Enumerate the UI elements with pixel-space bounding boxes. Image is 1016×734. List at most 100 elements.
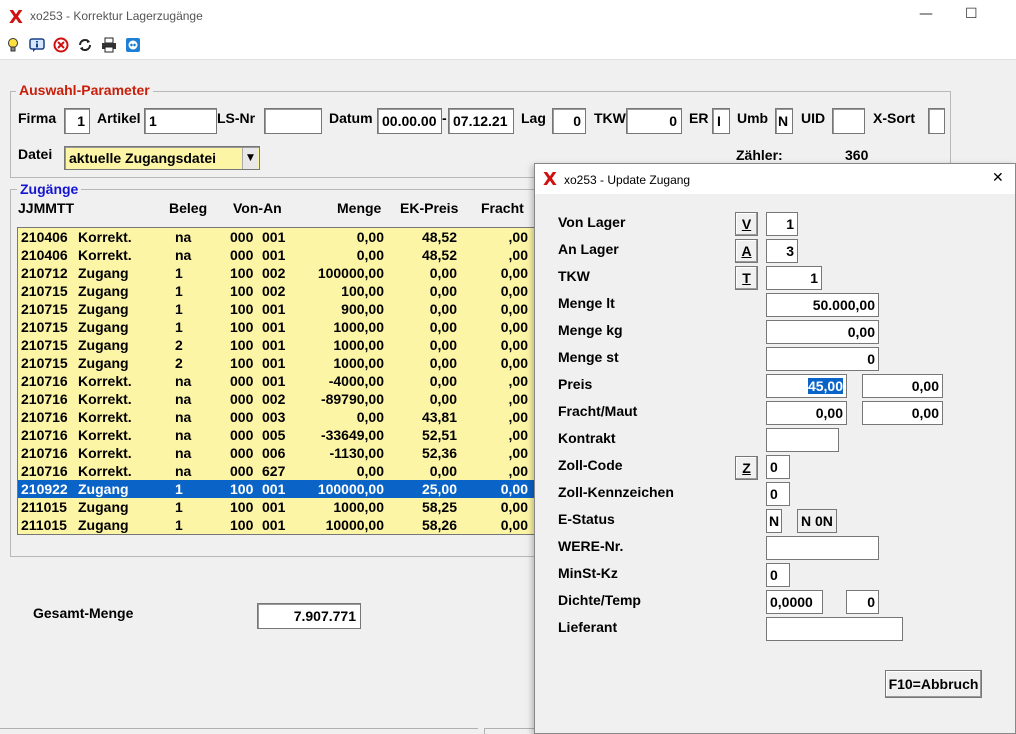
table-row[interactable]: 210716 Korrekt. na 000 627 0,00 0,00 ,00 (18, 462, 536, 480)
cell-von: 100 (230, 481, 254, 497)
cell-date: 210715 (21, 337, 68, 353)
cell-menge: 0,00 (356, 229, 384, 245)
zoll-kennzeichen-field[interactable]: 0 (766, 482, 790, 506)
table-row[interactable]: 210715 Zugang 1 100 002 100,00 0,00 0,00 (18, 282, 536, 300)
cell-fracht: ,00 (508, 427, 528, 443)
an-lager-field[interactable]: 3 (766, 239, 798, 263)
firma-field[interactable]: 1 (64, 108, 90, 134)
e-status-info: N 0N (797, 509, 837, 533)
von-lager-field[interactable]: 1 (766, 212, 798, 236)
table-row[interactable]: 211015 Zugang 1 100 001 1000,00 58,25 0,00 (18, 498, 536, 516)
dichte-field[interactable]: 0,0000 (766, 590, 823, 614)
cell-type: Zugang (78, 355, 129, 371)
refresh-icon[interactable] (77, 37, 93, 53)
cell-type: Korrekt. (78, 391, 132, 407)
menge-lt-label: Menge lt (558, 295, 615, 311)
table-row[interactable]: 210716 Korrekt. na 000 005 -33649,00 52,51 ,00 (18, 426, 536, 444)
minst-kz-field[interactable]: 0 (766, 563, 790, 587)
cell-beleg: na (175, 445, 192, 461)
table-row[interactable]: 210715 Zugang 1 100 001 900,00 0,00 0,00 (18, 300, 536, 318)
cell-type: Zugang (78, 319, 129, 335)
bulb-icon[interactable] (5, 37, 21, 53)
datei-dropdown[interactable]: aktuelle Zugangsdatei ▼ (64, 146, 260, 170)
table-row[interactable]: 210716 Korrekt. na 000 002 -89790,00 0,00 ,00 (18, 390, 536, 408)
lieferant-field[interactable] (766, 617, 903, 641)
table-row[interactable]: 210406 Korrekt. na 000 001 0,00 48,52 ,00 (18, 246, 536, 264)
umb-field[interactable]: N (775, 108, 793, 134)
von-lager-button[interactable]: V (735, 212, 758, 236)
zoll-code-field[interactable]: 0 (766, 455, 790, 479)
cell-an: 002 (262, 265, 286, 281)
cell-an: 001 (262, 319, 286, 335)
zugaenge-table[interactable]: 210406 Korrekt. na 000 001 0,00 48,52,00 210406… (17, 227, 537, 535)
lsnr-field[interactable] (264, 108, 322, 134)
cell-an: 001 (262, 337, 286, 353)
er-field[interactable]: I (712, 108, 730, 134)
fracht-field[interactable]: 0,00 (766, 401, 847, 425)
cell-an: 003 (262, 409, 286, 425)
maximize-button[interactable]: ☐ (965, 6, 978, 22)
cell-an: 001 (262, 499, 286, 515)
were-nr-field[interactable] (766, 536, 879, 560)
cell-ekpreis: 58,26 (421, 517, 457, 533)
cell-type: Zugang (78, 481, 129, 497)
lag-field[interactable]: 0 (552, 108, 586, 134)
cell-ekpreis: 58,25 (421, 499, 457, 515)
cell-date: 210406 (21, 247, 68, 263)
menge-st-field[interactable]: 0 (766, 347, 879, 371)
dichte-temp-label: Dichte/Temp (558, 592, 641, 608)
print-icon[interactable] (101, 37, 117, 53)
cell-menge: -89790,00 (320, 391, 384, 407)
datum-to-field[interactable]: 07.12.21 (448, 108, 514, 134)
chevron-down-icon[interactable]: ▼ (242, 148, 258, 169)
artikel-field[interactable]: 1 (144, 108, 217, 134)
cell-an: 005 (262, 427, 286, 443)
cell-von: 000 (230, 445, 254, 461)
title-bar: X xo253 - Korrektur Lagerzugänge — ☐ (0, 0, 1016, 32)
preis2-field[interactable]: 0,00 (862, 374, 943, 398)
kontrakt-field[interactable] (766, 428, 839, 452)
table-row[interactable]: 210715 Zugang 2 100 001 1000,00 0,00 0,00 (18, 336, 536, 354)
info-icon[interactable] (29, 37, 45, 53)
dialog-logo-icon: X (543, 169, 557, 190)
dialog-title-bar: X xo253 - Update Zugang ✕ (535, 164, 1015, 194)
maut-field[interactable]: 0,00 (862, 401, 943, 425)
tkw-field[interactable]: 1 (766, 266, 822, 290)
cell-ekpreis: 48,52 (421, 229, 457, 245)
menge-kg-field[interactable]: 0,00 (766, 320, 879, 344)
table-row[interactable]: 210715 Zugang 2 100 001 1000,00 0,00 0,00 (18, 354, 536, 372)
tkw-field[interactable]: 0 (626, 108, 682, 134)
dialog-close-button[interactable]: ✕ (992, 170, 1004, 186)
datum-from-field[interactable]: 00.00.00 (377, 108, 442, 134)
cell-menge: 100,00 (341, 283, 384, 299)
an-lager-button[interactable]: A (735, 239, 758, 263)
uid-field[interactable] (832, 108, 865, 134)
table-row[interactable]: 210716 Korrekt. na 000 006 -1130,00 52,36 ,00 (18, 444, 536, 462)
table-row[interactable]: 210922 Zugang 1 100 001 100000,00 25,00 0,00 (18, 480, 536, 498)
cancel-icon[interactable] (53, 37, 69, 53)
cell-menge: 1000,00 (333, 337, 384, 353)
cell-an: 001 (262, 301, 286, 317)
cell-von: 000 (230, 427, 254, 443)
zoll-code-button[interactable]: Z (735, 456, 758, 480)
e-status-field[interactable]: N (766, 509, 782, 533)
table-row[interactable]: 210716 Korrekt. na 000 003 0,00 43,81 ,00 (18, 408, 536, 426)
table-row[interactable]: 210406 Korrekt. na 000 001 0,00 48,52 ,00 (18, 228, 536, 246)
col-header-vonan: Von-An (233, 200, 282, 216)
cell-type: Korrekt. (78, 463, 132, 479)
e-status-label: E-Status (558, 511, 615, 527)
teamviewer-icon[interactable] (125, 37, 141, 53)
preis-field[interactable]: 45,00 (766, 374, 847, 398)
abbruch-button[interactable]: F10=Abbruch (885, 670, 982, 698)
table-row[interactable]: 210716 Korrekt. na 000 001 -4000,00 0,00 ,00 (18, 372, 536, 390)
tkw-button[interactable]: T (735, 266, 758, 290)
preis-label: Preis (558, 376, 593, 392)
table-row[interactable]: 211015 Zugang 1 100 001 10000,00 58,26 0,00 (18, 516, 536, 534)
xsort-field[interactable] (928, 108, 945, 134)
table-row[interactable]: 210715 Zugang 1 100 001 1000,00 0,00 0,00 (18, 318, 536, 336)
table-row[interactable]: 210712 Zugang 1 100 002 100000,00 0,00 0,00 (18, 264, 536, 282)
temp-field[interactable]: 0 (846, 590, 879, 614)
lieferant-label: Lieferant (558, 619, 618, 635)
menge-lt-field[interactable]: 50.000,00 (766, 293, 879, 317)
minimize-button[interactable]: — (919, 6, 933, 22)
